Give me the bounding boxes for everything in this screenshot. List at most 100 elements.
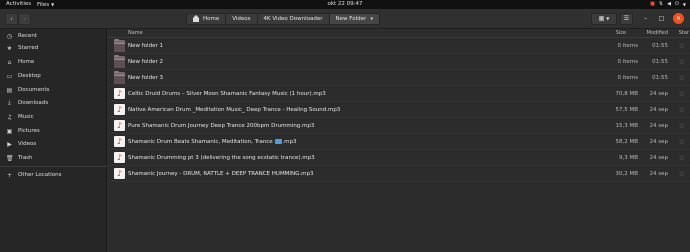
breadcrumb-home[interactable]: Home [186,13,227,25]
star-icon[interactable]: ☆ [679,118,685,134]
table-row[interactable]: ♪ Pure Shamanic Drum Journey Deep Trance… [108,118,690,134]
header-bar: ‹ › Home Videos 4K Video Downloader New … [0,9,690,29]
file-name: New folder 1 [128,43,163,49]
close-button[interactable]: × [673,13,684,24]
star-icon: ★ [6,44,13,52]
table-row[interactable]: New folder 1 0 items 01:55 ☆ [108,38,690,54]
power-icon: ⏻ [674,1,679,7]
sidebar-item-label: Trash [18,155,33,161]
star-icon[interactable]: ☆ [679,134,685,150]
star-icon[interactable]: ☆ [679,38,685,54]
trash-icon: 🗑 [6,154,14,162]
app-indicator-icon[interactable]: ■ [650,0,655,9]
folder-icon [114,71,125,84]
network-icon: ⇅ [658,1,664,7]
star-icon[interactable]: ☆ [679,150,685,166]
document-icon: ▤ [6,86,13,94]
sidebar-item-label: Documents [18,87,50,93]
breadcrumb-label: Videos [232,16,251,22]
star-icon[interactable]: ☆ [679,70,685,86]
table-row[interactable]: ♪ Shamanic Drumming pt 3 (delivering the… [108,150,690,166]
sidebar-item-label: Home [18,59,35,65]
picture-icon: ▣ [6,127,13,135]
chevron-left-icon: ‹ [10,15,13,23]
sidebar-item-music[interactable]: ♫ Music [0,111,107,123]
star-icon[interactable]: ☆ [679,166,685,182]
breadcrumb-4k-video-downloader[interactable]: 4K Video Downloader [256,13,330,25]
file-name: Shamanic Drum Beats Shamanic, Meditation… [128,134,297,150]
close-icon: × [675,15,682,22]
sidebar-item-pictures[interactable]: ▣ Pictures [0,125,107,137]
menu-button[interactable]: ☰ [620,13,633,25]
file-name: Shamanic Drumming pt 3 (delivering the s… [128,155,315,161]
sidebar-item-home[interactable]: ⌂ Home [0,56,107,68]
sidebar-item-videos[interactable]: ▶ Videos [0,138,107,150]
file-name: Celtic Druid Drums – Silver Moon Shamani… [128,91,326,97]
sidebar-item-other-locations[interactable]: + Other Locations [0,169,107,181]
sidebar-item-label: Starred [18,45,39,51]
chevron-right-icon: › [23,15,26,23]
column-modified[interactable]: Modified [647,29,668,38]
file-name-text: Shamanic Drum Beats Shamanic, Meditation… [128,139,273,145]
star-icon[interactable]: ☆ [679,86,685,102]
file-name: Pure Shamanic Drum Journey Deep Trance 2… [128,123,315,129]
column-star[interactable]: Star [679,29,689,38]
file-size: 15,3 MB [615,123,638,129]
maximize-icon: □ [658,15,665,22]
chevron-down-icon: ▼ [682,2,686,7]
table-row[interactable]: New folder 3 0 items 01:55 ☆ [108,70,690,86]
video-icon: ▶ [7,140,12,148]
file-size: 9,3 MB [618,155,638,161]
file-modified: 24 sep [649,107,669,113]
minimize-icon: – [644,15,647,22]
sidebar: ◷ Recent ★ Starred ⌂ Home ▭ Desktop ▤ Do… [0,29,107,252]
file-name: New folder 3 [128,75,163,81]
column-size[interactable]: Size [616,29,626,38]
star-icon[interactable]: ☆ [679,54,685,70]
file-size: 57,5 MB [615,107,638,113]
table-row[interactable]: ♪ Shamanic Journey - DRUM, RATTLE + DEEP… [108,166,690,182]
system-tray[interactable]: ■ ⇅ ◀ ⏻ ▼ [650,0,686,9]
maximize-button[interactable]: □ [656,13,667,24]
sidebar-item-trash[interactable]: 🗑 Trash [0,152,107,164]
audio-file-icon: ♪ [114,120,125,131]
minimize-button[interactable]: – [640,13,651,24]
file-modified: 24 sep [649,171,669,177]
sidebar-item-downloads[interactable]: ⤓ Downloads [0,97,107,109]
file-name: Native American Drum _Meditation Music_ … [128,107,341,113]
sidebar-item-label: Music [18,114,34,120]
table-row[interactable]: ♪ Shamanic Drum Beats Shamanic, Meditati… [108,134,690,150]
column-header: Name Size Modified Star [108,29,690,38]
clock[interactable]: okt 22 09:47 [0,0,690,9]
column-name[interactable]: Name [128,29,143,38]
sidebar-item-documents[interactable]: ▤ Documents [0,84,107,96]
file-name: Shamanic Journey - DRUM, RATTLE + DEEP T… [128,171,314,177]
audio-file-icon: ♪ [114,152,125,163]
desktop-icon: ▭ [6,72,13,80]
music-icon: ♫ [6,113,13,121]
file-size: 0 items [617,75,638,81]
file-modified: 24 sep [649,91,669,97]
sidebar-item-label: Other Locations [18,172,62,178]
breadcrumb-new-folder[interactable]: New Folder ▼ [328,13,381,25]
breadcrumb-label: Home [203,16,220,22]
table-row[interactable]: ♪ Native American Drum _Meditation Music… [108,102,690,118]
chevron-down-icon: ▼ [606,16,610,21]
home-icon [193,15,199,22]
forward-button[interactable]: › [18,13,31,25]
breadcrumb-videos[interactable]: Videos [225,13,258,25]
clock-icon: ◷ [6,32,13,40]
view-options-button[interactable]: ▦ ▼ [591,13,617,25]
table-row[interactable]: ♪ Celtic Druid Drums – Silver Moon Shama… [108,86,690,102]
sidebar-item-recent[interactable]: ◷ Recent [0,30,107,42]
file-extension: .mp3 [282,139,297,145]
audio-file-icon: ♪ [114,104,125,115]
sidebar-item-starred[interactable]: ★ Starred [0,42,107,54]
file-modified: 01:55 [652,59,668,65]
table-row[interactable]: New folder 2 0 items 01:55 ☆ [108,54,690,70]
back-button[interactable]: ‹ [5,13,18,25]
file-name: New folder 2 [128,59,163,65]
file-modified: 24 sep [649,155,669,161]
star-icon[interactable]: ☆ [679,102,685,118]
sidebar-item-desktop[interactable]: ▭ Desktop [0,70,107,82]
